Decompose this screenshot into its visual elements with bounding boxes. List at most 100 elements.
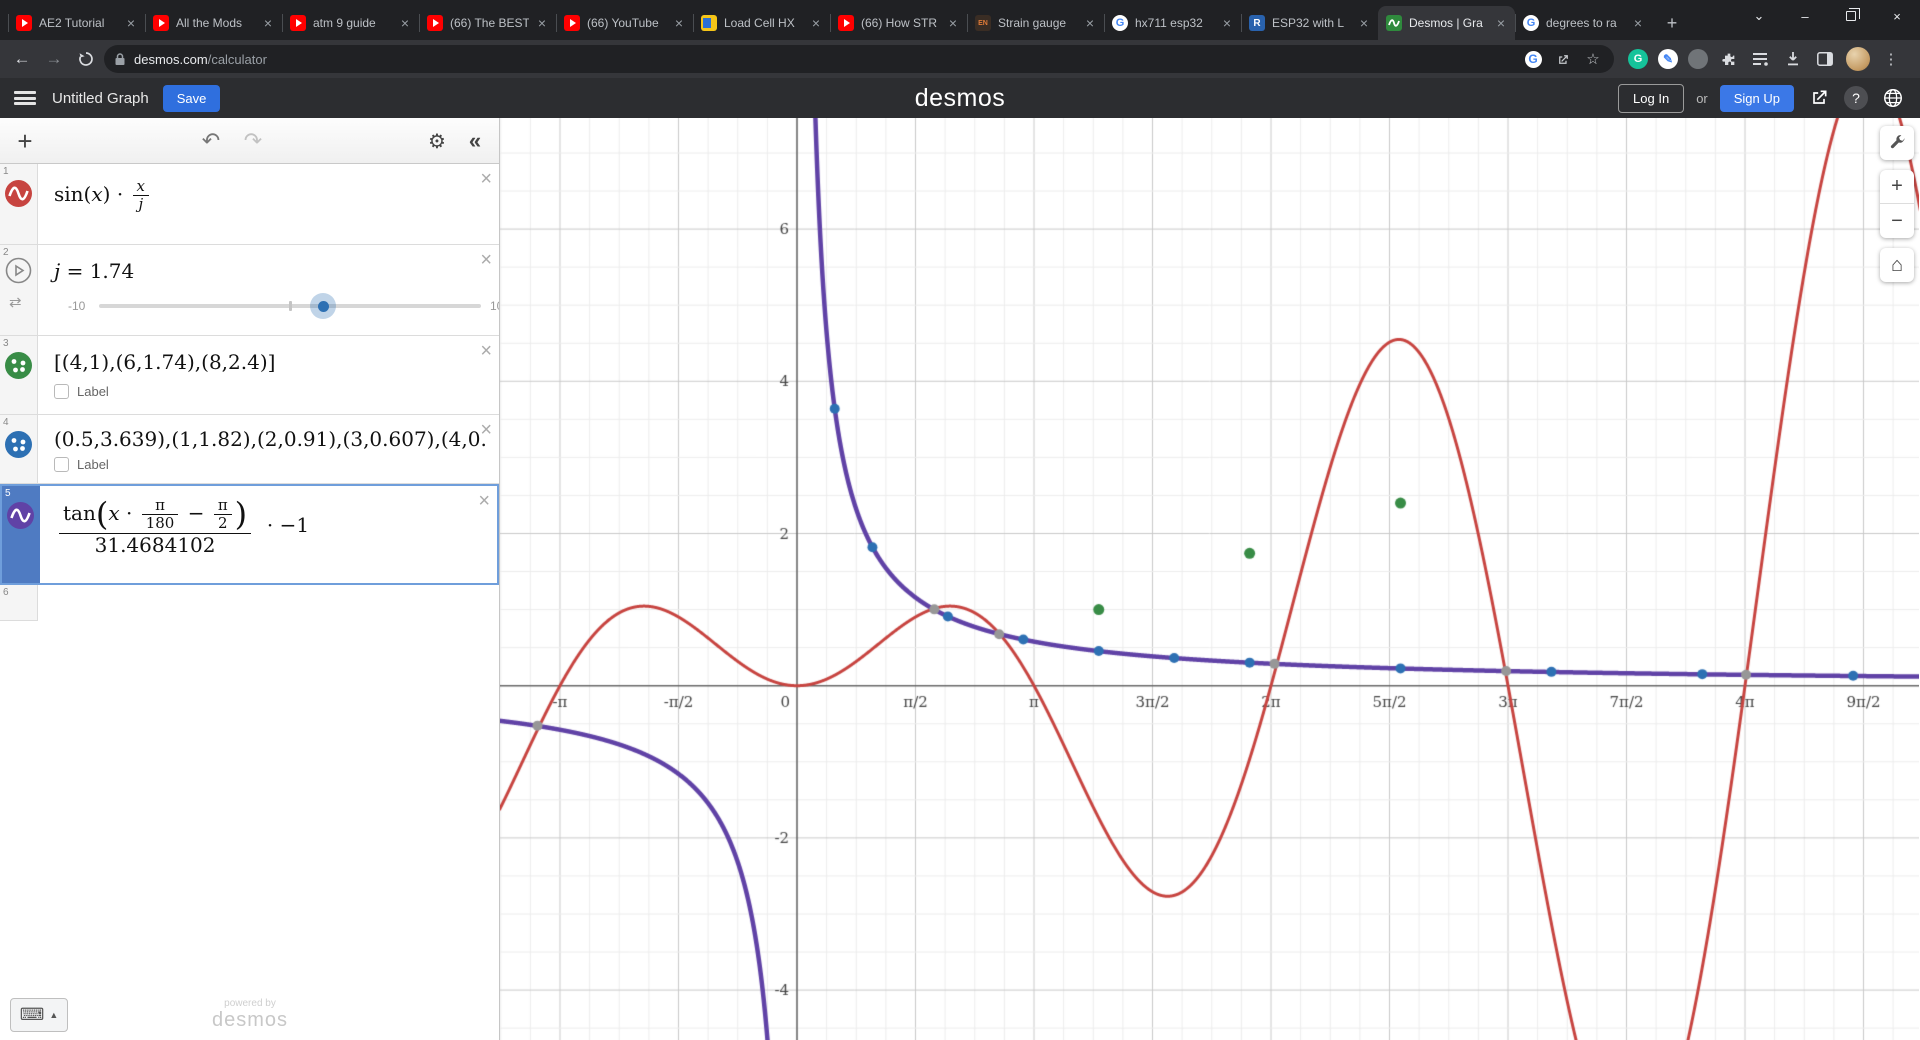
green-points-icon[interactable]: [5, 352, 32, 384]
blue-points-icon[interactable]: [5, 431, 32, 463]
signup-button[interactable]: Sign Up: [1720, 85, 1794, 112]
slider[interactable]: -10 10: [54, 291, 473, 325]
undo-button[interactable]: ↶: [196, 126, 226, 156]
browser-tab[interactable]: Gdegrees to ra×: [1515, 6, 1652, 40]
forward-button[interactable]: →: [40, 45, 68, 73]
red-curve-icon[interactable]: [5, 180, 32, 212]
redo-button[interactable]: ↷: [238, 126, 268, 156]
share-graph-button[interactable]: [1806, 85, 1832, 111]
default-viewport-button[interactable]: ⌂: [1880, 248, 1914, 282]
back-button[interactable]: ←: [8, 45, 36, 73]
tab-close-icon[interactable]: ×: [1358, 15, 1370, 31]
tab-close-icon[interactable]: ×: [1632, 15, 1644, 31]
tab-close-icon[interactable]: ×: [399, 15, 411, 31]
tab-close-icon[interactable]: ×: [262, 15, 274, 31]
slider-loop-icon[interactable]: ⇄: [9, 293, 22, 311]
side-panel-icon[interactable]: [1814, 48, 1836, 70]
tab-close-icon[interactable]: ×: [125, 15, 137, 31]
label-checkbox[interactable]: [54, 384, 69, 399]
expression-latex-5[interactable]: tan(x · π180 − π2)31.4684102 · −1: [56, 513, 309, 537]
tab-close-icon[interactable]: ×: [536, 15, 548, 31]
help-button[interactable]: ?: [1844, 86, 1868, 110]
delete-expression-icon[interactable]: ×: [478, 491, 490, 511]
google-account-icon[interactable]: G: [1522, 48, 1544, 70]
delete-expression-icon[interactable]: ×: [480, 250, 492, 270]
gray-extension-icon[interactable]: [1688, 49, 1708, 69]
edit-list-gear-button[interactable]: ⚙: [422, 126, 452, 156]
expression-row-4[interactable]: 4 (0.5,3.639),(1,1.82),(2,0.91),(3,0.607…: [0, 415, 499, 484]
expression-latex-1[interactable]: sin(x) · xj: [54, 182, 152, 206]
zoom-out-button[interactable]: −: [1880, 204, 1914, 238]
tab-close-icon[interactable]: ×: [673, 15, 685, 31]
zoom-in-button[interactable]: +: [1880, 170, 1914, 204]
label-checkbox[interactable]: [54, 457, 69, 472]
add-expression-button[interactable]: +: [10, 126, 40, 156]
expression-gutter-3[interactable]: 3: [0, 336, 38, 414]
language-globe-button[interactable]: [1880, 85, 1906, 111]
graph-canvas[interactable]: [500, 118, 1919, 1040]
tab-close-icon[interactable]: ×: [810, 15, 822, 31]
login-button[interactable]: Log In: [1618, 84, 1684, 113]
expression-gutter-6[interactable]: 6: [0, 585, 38, 621]
expression-row-5[interactable]: 5 tan(x · π180 − π2)31.4684102 · −1 ×: [0, 484, 499, 585]
expression-gutter-5[interactable]: 5: [2, 486, 40, 583]
reload-button[interactable]: [72, 45, 100, 73]
expression-row-6[interactable]: 6: [0, 585, 499, 621]
tab-close-icon[interactable]: ×: [947, 15, 959, 31]
browser-tab[interactable]: (66) YouTube×: [556, 6, 693, 40]
browser-tab[interactable]: AE2 Tutorial×: [8, 6, 145, 40]
expression-latex-3[interactable]: [(4,1),(6,1.74),(8,2.4)]: [54, 350, 275, 374]
browser-tab[interactable]: All the Mods×: [145, 6, 282, 40]
delete-expression-icon[interactable]: ×: [480, 420, 492, 440]
keyboard-toggle-button[interactable]: ⌨ ▲: [10, 998, 68, 1032]
expression-gutter-4[interactable]: 4: [0, 415, 38, 483]
slider-thumb[interactable]: [310, 293, 336, 319]
profile-avatar[interactable]: [1846, 47, 1870, 71]
slider-play-button[interactable]: [5, 257, 32, 289]
close-window-button[interactable]: ×: [1874, 0, 1920, 32]
graph-paper[interactable]: + − ⌂: [500, 118, 1920, 1040]
bookmark-star-icon[interactable]: ☆: [1582, 48, 1604, 70]
browser-tab[interactable]: Desmos | Gra×: [1378, 6, 1515, 40]
expression-row-3[interactable]: 3 [(4,1),(6,1.74),(8,2.4)] Label ×: [0, 336, 499, 415]
grammarly-extension-icon[interactable]: G: [1628, 49, 1648, 69]
share-page-icon[interactable]: [1552, 48, 1574, 70]
browser-tab[interactable]: atm 9 guide×: [282, 6, 419, 40]
graph-title[interactable]: Untitled Graph: [52, 90, 149, 107]
downloads-icon[interactable]: [1782, 48, 1804, 70]
slider-max-label[interactable]: 10: [490, 299, 499, 313]
browser-tab[interactable]: Load Cell HX×: [693, 6, 830, 40]
expression-gutter-1[interactable]: 1: [0, 164, 38, 244]
expression-row-1[interactable]: 1 sin(x) · xj ×: [0, 164, 499, 245]
address-bar[interactable]: desmos.com/calculator G ☆: [104, 45, 1614, 73]
minimize-button[interactable]: –: [1782, 0, 1828, 32]
save-button[interactable]: Save: [163, 85, 221, 112]
delete-expression-icon[interactable]: ×: [480, 341, 492, 361]
extensions-puzzle-icon[interactable]: [1718, 48, 1740, 70]
expression-row-2[interactable]: 2 ⇄ j = 1.74 -10 10 ×: [0, 245, 499, 336]
expression-gutter-2[interactable]: 2 ⇄: [0, 245, 38, 335]
collapse-panel-button[interactable]: «: [460, 126, 490, 156]
tab-close-icon[interactable]: ×: [1221, 15, 1233, 31]
slider-min-label[interactable]: -10: [68, 299, 85, 313]
tab-close-icon[interactable]: ×: [1495, 15, 1507, 31]
tab-close-icon[interactable]: ×: [1084, 15, 1096, 31]
main-menu-button[interactable]: [14, 91, 36, 105]
expression-latex-4[interactable]: (0.5,3.639),(1,1.82),(2,0.91),(3,0.607),…: [54, 427, 487, 451]
browser-tab[interactable]: Ghx711 esp32×: [1104, 6, 1241, 40]
graph-settings-button[interactable]: [1880, 126, 1914, 160]
browser-tab[interactable]: RESP32 with L×: [1241, 6, 1378, 40]
browser-tab[interactable]: (66) The BEST×: [419, 6, 556, 40]
playlist-icon[interactable]: [1750, 48, 1772, 70]
new-tab-button[interactable]: +: [1658, 9, 1686, 37]
expression-latex-2[interactable]: j = 1.74: [54, 259, 134, 283]
browser-tab[interactable]: ENStrain gauge×: [967, 6, 1104, 40]
docs-extension-icon[interactable]: ✎: [1658, 49, 1678, 69]
tab-search-chevron-icon[interactable]: ⌄: [1736, 0, 1782, 32]
purple-curve-icon[interactable]: [7, 502, 34, 534]
browser-menu-kebab[interactable]: ⋮: [1880, 48, 1902, 70]
restore-button[interactable]: [1828, 0, 1874, 32]
browser-tab[interactable]: (66) How STR×: [830, 6, 967, 40]
empty-expression[interactable]: [38, 585, 499, 621]
delete-expression-icon[interactable]: ×: [480, 169, 492, 189]
